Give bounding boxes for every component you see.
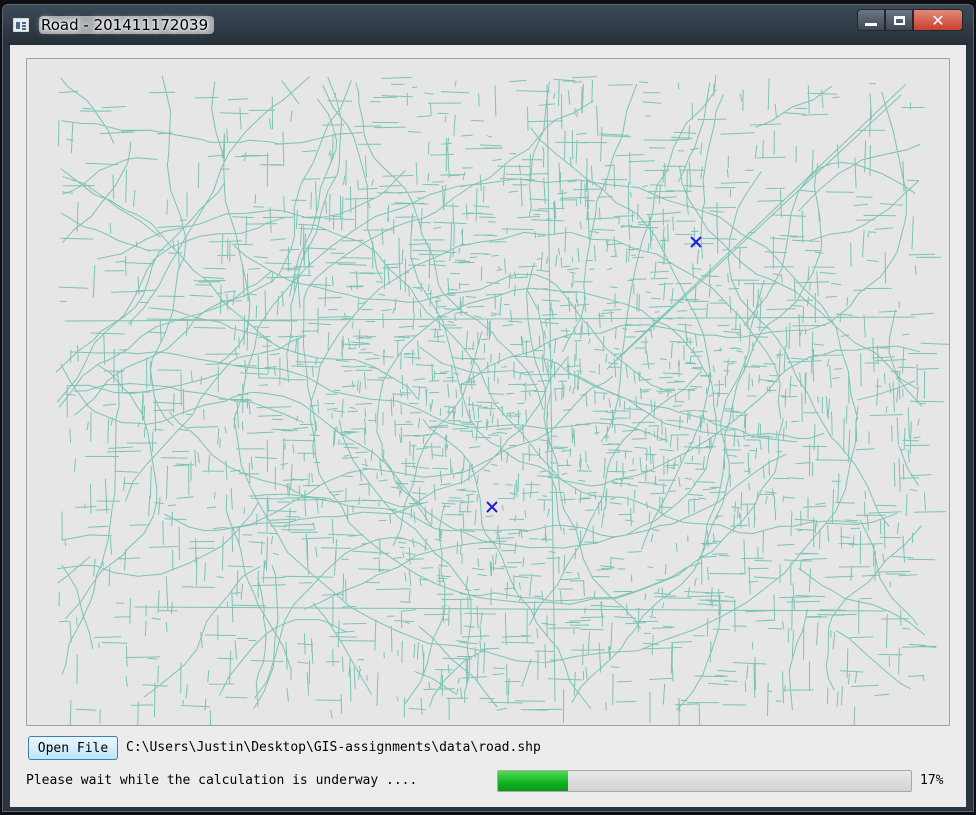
road-segments bbox=[55, 75, 949, 725]
caption-buttons: ✕ bbox=[857, 9, 963, 33]
minimize-icon bbox=[865, 22, 877, 26]
point-markers bbox=[486, 236, 702, 513]
progress-percent: 17% bbox=[920, 773, 944, 788]
client-area: Open File C:\Users\Justin\Desktop\GIS-as… bbox=[10, 45, 966, 807]
road-map-canvas[interactable] bbox=[26, 58, 950, 726]
progress-bar bbox=[497, 770, 912, 792]
app-icon bbox=[13, 18, 29, 32]
minimize-button[interactable] bbox=[857, 9, 885, 31]
progress-fill bbox=[498, 771, 569, 791]
end-point-marker bbox=[486, 501, 498, 513]
status-message: Please wait while the calculation is und… bbox=[26, 773, 418, 788]
window-title: Road - 201411172039 bbox=[39, 16, 215, 34]
maximize-button[interactable] bbox=[885, 9, 913, 31]
road-network bbox=[55, 75, 949, 725]
close-button[interactable]: ✕ bbox=[913, 9, 963, 31]
start-point-marker bbox=[690, 236, 702, 248]
title-bar[interactable]: Road - 201411172039 ✕ bbox=[3, 5, 973, 45]
road-lines bbox=[55, 75, 949, 725]
main-window: Road - 201411172039 ✕ Open File C:\Users… bbox=[2, 4, 974, 812]
close-icon: ✕ bbox=[931, 10, 945, 30]
file-path-label: C:\Users\Justin\Desktop\GIS-assignments\… bbox=[126, 740, 541, 755]
maximize-icon bbox=[893, 15, 905, 25]
open-file-button[interactable]: Open File bbox=[28, 736, 118, 760]
